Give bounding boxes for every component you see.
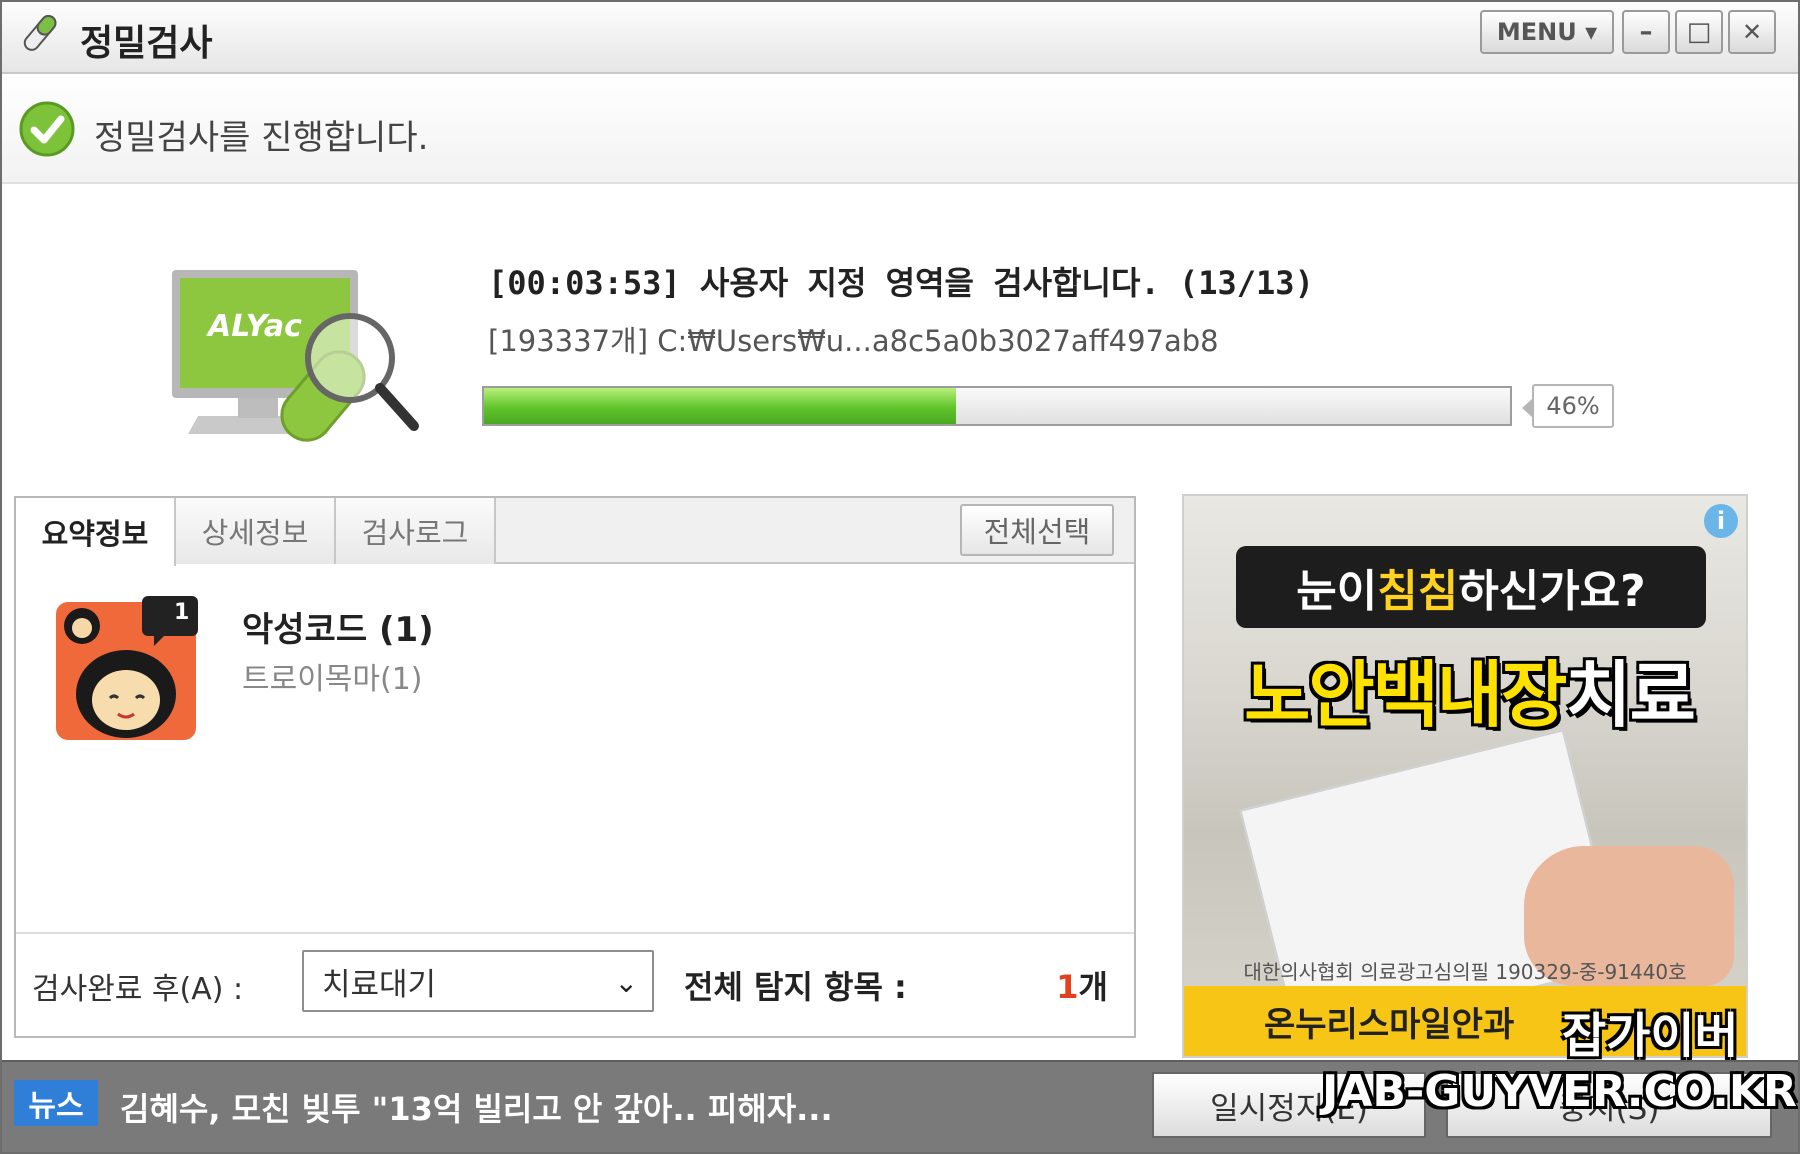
close-icon: ✕ (1741, 18, 1763, 46)
ad-headline: 노안백내장치료 (1204, 636, 1734, 741)
title-bar: 정밀검사 MENU ▾ – □ ✕ (2, 2, 1798, 74)
progress-fill (484, 388, 956, 424)
tab-summary[interactable]: 요약정보 (16, 498, 176, 566)
total-detected-number: 1 (1056, 968, 1079, 1006)
after-scan-value: 치료대기 (322, 966, 437, 1003)
threat-category-detail: 트로이목마(1) (242, 662, 423, 697)
pill-icon (23, 14, 57, 51)
maximize-button[interactable]: □ (1675, 10, 1723, 54)
news-badge: 뉴스 (14, 1080, 98, 1126)
scan-path: [193337개] C:₩Users₩u...a8c5a0b3027aff497… (488, 324, 1219, 358)
tab-scan-log[interactable]: 검사로그 (336, 498, 496, 564)
ad-headline-tail: 치료 (1565, 653, 1695, 737)
total-detected-count: 1개 (1056, 962, 1108, 1008)
status-message: 정밀검사를 진행합니다. (94, 118, 429, 158)
tab-bar: 요약정보 상세정보 검사로그 전체선택 (16, 498, 1134, 566)
watermark-url: JAB-GUYVER.CO.KR (1322, 1066, 1797, 1117)
threat-count-badge: 1 (174, 600, 190, 625)
ad-question-post: 하신가요? (1458, 566, 1646, 617)
watermark-title: 잡가이버 (1562, 1008, 1739, 1064)
scan-window: 정밀검사 MENU ▾ – □ ✕ 정밀검사를 진행합니다. ALYac [00… (0, 0, 1800, 1154)
ad-question-highlight: 침침 (1377, 566, 1459, 617)
status-row: 정밀검사를 진행합니다. (2, 74, 1798, 184)
select-all-button[interactable]: 전체선택 (960, 504, 1114, 556)
maximize-icon: □ (1686, 17, 1712, 47)
scan-title: [00:03:53] 사용자 지정 영역을 검사합니다. (13/13) (488, 264, 1314, 302)
panel-footer: 검사완료 후(A) : 치료대기 ⌄ 전체 탐지 항목 : 1개 (16, 932, 1134, 1036)
total-detected-label: 전체 탐지 항목 : (684, 968, 907, 1006)
after-scan-select[interactable]: 치료대기 ⌄ (302, 950, 654, 1012)
progress-bar (482, 386, 1512, 426)
ad-banner[interactable]: i 눈이 침침 하신가요? 노안백내장치료 대한의사협회 의료광고심의필 190… (1182, 494, 1748, 1058)
total-detected-unit: 개 (1078, 968, 1108, 1006)
minimize-icon: – (1639, 17, 1653, 47)
progress-percent: 46% (1522, 384, 1614, 428)
ad-license-text: 대한의사협회 의료광고심의필 190329-중-91440호 (1243, 960, 1687, 984)
news-headline-link[interactable]: 김혜수, 모친 빚투 "13억 빌리고 안 갚아.. 피해자... (120, 1084, 833, 1130)
ad-question-pre: 눈이 (1296, 566, 1378, 617)
check-circle-icon (19, 101, 75, 157)
after-scan-label: 검사완료 후(A) : (32, 972, 244, 1007)
results-panel: 요약정보 상세정보 검사로그 전체선택 1 악성코드 (1) 트로이목마(1) … (14, 496, 1136, 1038)
minimize-button[interactable]: – (1622, 10, 1670, 54)
monitor-scan-icon: ALYac (172, 270, 419, 442)
info-icon[interactable]: i (1704, 504, 1738, 538)
illustration-label: ALYac (206, 309, 302, 344)
close-button[interactable]: ✕ (1728, 10, 1776, 54)
chevron-down-icon: ⌄ (614, 966, 638, 999)
window-title: 정밀검사 (80, 23, 213, 64)
ad-headline-main: 노안백내장 (1244, 653, 1567, 737)
threat-category-title: 악성코드 (1) (242, 610, 434, 650)
tab-details[interactable]: 상세정보 (176, 498, 336, 564)
ad-question: 눈이 침침 하신가요? (1236, 546, 1706, 628)
menu-button[interactable]: MENU ▾ (1480, 10, 1614, 54)
